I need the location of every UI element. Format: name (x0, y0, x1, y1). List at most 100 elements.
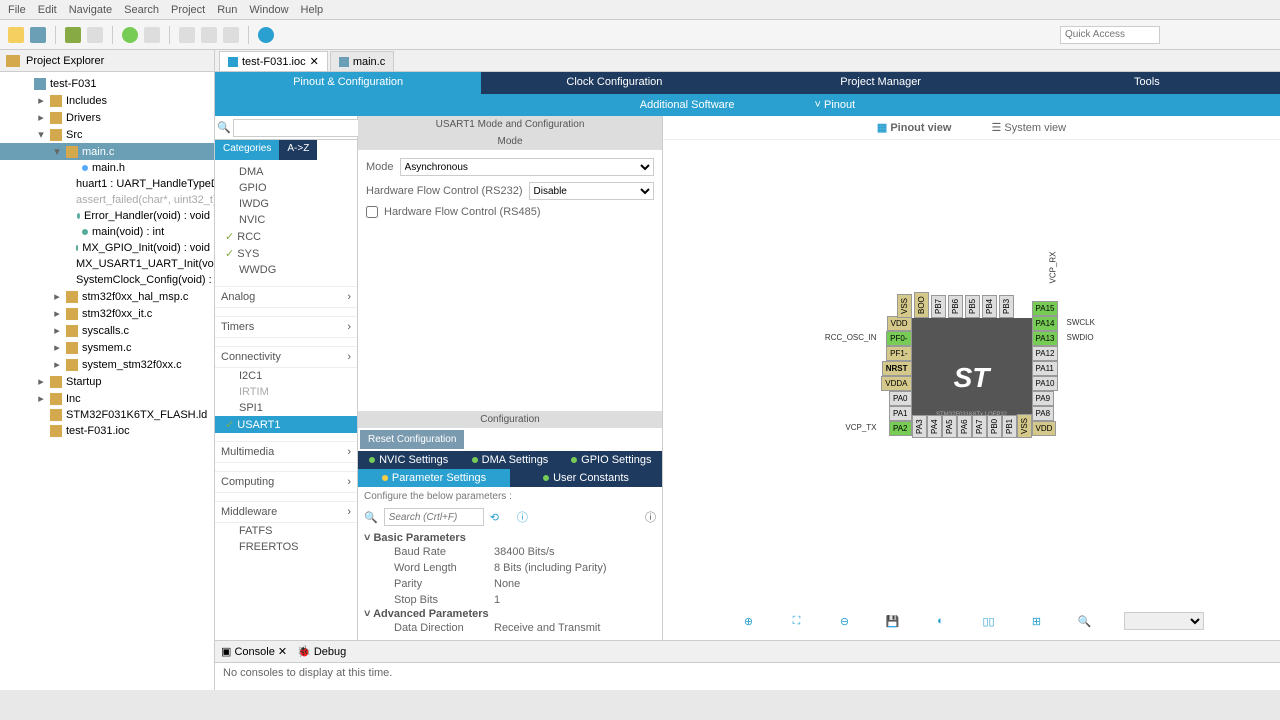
tab-console[interactable]: ▣ Console ✕ (221, 645, 287, 658)
tool-icon[interactable] (201, 27, 217, 43)
peripheral-item[interactable]: USART1 (215, 416, 357, 433)
menu-run[interactable]: Run (217, 4, 237, 16)
tree-item[interactable]: ▸Drivers (0, 109, 214, 126)
reset-icon[interactable]: ⟲ (490, 511, 499, 524)
tab-gpio-settings[interactable]: GPIO Settings (561, 451, 662, 469)
pin[interactable]: PB3 (999, 295, 1014, 318)
tree-item[interactable]: test-F031.ioc (0, 423, 214, 439)
pin[interactable]: NRST (882, 361, 912, 376)
menu-navigate[interactable]: Navigate (69, 4, 112, 16)
pin[interactable]: PA10 (1032, 376, 1059, 391)
fit-icon[interactable]: ⛶ (788, 612, 806, 630)
chip-viewer[interactable]: ST STM32F031K6Tx LQFP32 VDDPF0-RCC_OSC_I… (663, 140, 1280, 640)
tab-parameter-settings[interactable]: Parameter Settings (358, 469, 510, 487)
tree-item[interactable]: ▸sysmem.c (0, 339, 214, 356)
tree-item[interactable]: STM32F031K6TX_FLASH.ld (0, 407, 214, 423)
category-group[interactable]: Multimedia› (215, 441, 357, 463)
peripheral-item[interactable]: FREERTOS (215, 539, 357, 555)
tree-item[interactable]: SystemClock_Config(void) : void (0, 272, 214, 288)
tree-item[interactable]: huart1 : UART_HandleTypeDef (0, 176, 214, 192)
category-group[interactable]: Timers› (215, 316, 357, 338)
pin[interactable]: PA11 (1032, 361, 1058, 376)
reset-configuration-button[interactable]: Reset Configuration (360, 430, 464, 449)
zoom-in-icon[interactable]: ⊕ (740, 612, 758, 630)
tree-item[interactable]: ▾Src (0, 126, 214, 143)
search-icon[interactable]: 🔍 (1076, 612, 1094, 630)
pin[interactable]: VSS (897, 294, 912, 318)
peripheral-item[interactable]: NVIC (215, 212, 357, 228)
peripheral-item[interactable]: IWDG (215, 196, 357, 212)
menu-project[interactable]: Project (171, 4, 205, 16)
tree-item[interactable]: main.h (0, 160, 214, 176)
param-row[interactable]: Stop Bits1 (364, 592, 656, 608)
tab-pinout-configuration[interactable]: Pinout & Configuration (215, 72, 481, 94)
quick-access-input[interactable] (1060, 26, 1160, 44)
tab-nvic-settings[interactable]: NVIC Settings (358, 451, 459, 469)
tree-item[interactable]: MX_USART1_UART_Init(void) : v (0, 256, 214, 272)
pin[interactable]: PA1 (889, 406, 912, 421)
menu-help[interactable]: Help (301, 4, 324, 16)
pin[interactable]: PA12 (1032, 346, 1059, 361)
pin[interactable]: PA3 (912, 415, 927, 438)
run-icon[interactable] (122, 27, 138, 43)
pin[interactable]: VDDA (881, 376, 911, 391)
pin[interactable]: PA9 (1032, 391, 1055, 406)
peripheral-item[interactable]: I2C1 (215, 368, 357, 384)
tab-categories[interactable]: Categories (215, 140, 279, 160)
pin[interactable]: PB7 (931, 295, 946, 318)
tab-dma-settings[interactable]: DMA Settings (459, 451, 560, 469)
tab-debug[interactable]: 🐞 Debug (297, 645, 346, 658)
tree-item[interactable]: ▸stm32f0xx_hal_msp.c (0, 288, 214, 305)
pin[interactable]: PA4 (927, 415, 942, 438)
mode-select[interactable]: Asynchronous (400, 158, 654, 176)
tab-user-constants[interactable]: User Constants (510, 469, 662, 487)
pin[interactable]: PA7 (972, 415, 987, 438)
peripheral-item[interactable]: WWDG (215, 262, 357, 278)
tree-item[interactable]: MX_GPIO_Init(void) : void (0, 240, 214, 256)
info-icon[interactable]: ⓘ (517, 509, 528, 525)
category-group[interactable]: Middleware› (215, 501, 357, 523)
tab-tools[interactable]: Tools (1014, 72, 1280, 94)
menu-file[interactable]: File (8, 4, 26, 16)
tool-icon[interactable] (179, 27, 195, 43)
category-group[interactable]: Analog› (215, 286, 357, 308)
peripheral-item[interactable]: FATFS (215, 523, 357, 539)
new-icon[interactable] (8, 27, 24, 43)
tab-pinout-view[interactable]: ▦ Pinout view (877, 121, 952, 134)
pin[interactable]: VDD (1032, 421, 1057, 436)
param-row[interactable]: Word Length8 Bits (including Parity) (364, 560, 656, 576)
tree-item[interactable]: assert_failed(char*, uint32_t) : v (0, 192, 214, 208)
tree-item[interactable]: ▸Inc (0, 390, 214, 407)
debug-icon[interactable] (144, 27, 160, 43)
tab-clock-configuration[interactable]: Clock Configuration (481, 72, 747, 94)
help-icon[interactable]: ⓘ (645, 509, 656, 525)
category-group[interactable]: Computing› (215, 471, 357, 493)
pin[interactable]: PA2 (889, 421, 912, 436)
tab-az[interactable]: A->Z (279, 140, 317, 160)
stack-icon[interactable]: ▯▯ (980, 612, 998, 630)
pin[interactable]: PA8 (1032, 406, 1055, 421)
tree-item[interactable]: Error_Handler(void) : void (0, 208, 214, 224)
param-row[interactable]: Baud Rate38400 Bits/s (364, 544, 656, 560)
zoom-out-icon[interactable]: ⊖ (836, 612, 854, 630)
category-group[interactable]: Connectivity› (215, 346, 357, 368)
save-icon[interactable]: 💾 (884, 612, 902, 630)
pin[interactable]: VSS (1017, 414, 1032, 438)
build-icon[interactable] (65, 27, 81, 43)
close-icon[interactable]: ✕ (310, 55, 319, 68)
peripheral-search-input[interactable] (233, 119, 375, 137)
menu-window[interactable]: Window (249, 4, 288, 16)
pin[interactable]: PB1 (1002, 415, 1017, 438)
advanced-params-header[interactable]: ˅ Advanced Parameters (364, 608, 656, 620)
pin[interactable]: PA13 (1032, 331, 1059, 346)
basic-params-header[interactable]: ˅ Basic Parameters (364, 532, 656, 544)
tab-project-manager[interactable]: Project Manager (748, 72, 1014, 94)
peripheral-item[interactable]: SYS (215, 245, 357, 262)
pinout-dropdown[interactable]: ˅ Pinout (815, 99, 856, 111)
pin[interactable]: PA15 (1032, 301, 1059, 316)
tree-item[interactable]: ▸Startup (0, 373, 214, 390)
info-icon[interactable] (258, 27, 274, 43)
peripheral-item[interactable]: SPI1 (215, 400, 357, 416)
pin[interactable]: PB5 (965, 295, 980, 318)
pin[interactable]: PB6 (948, 295, 963, 318)
